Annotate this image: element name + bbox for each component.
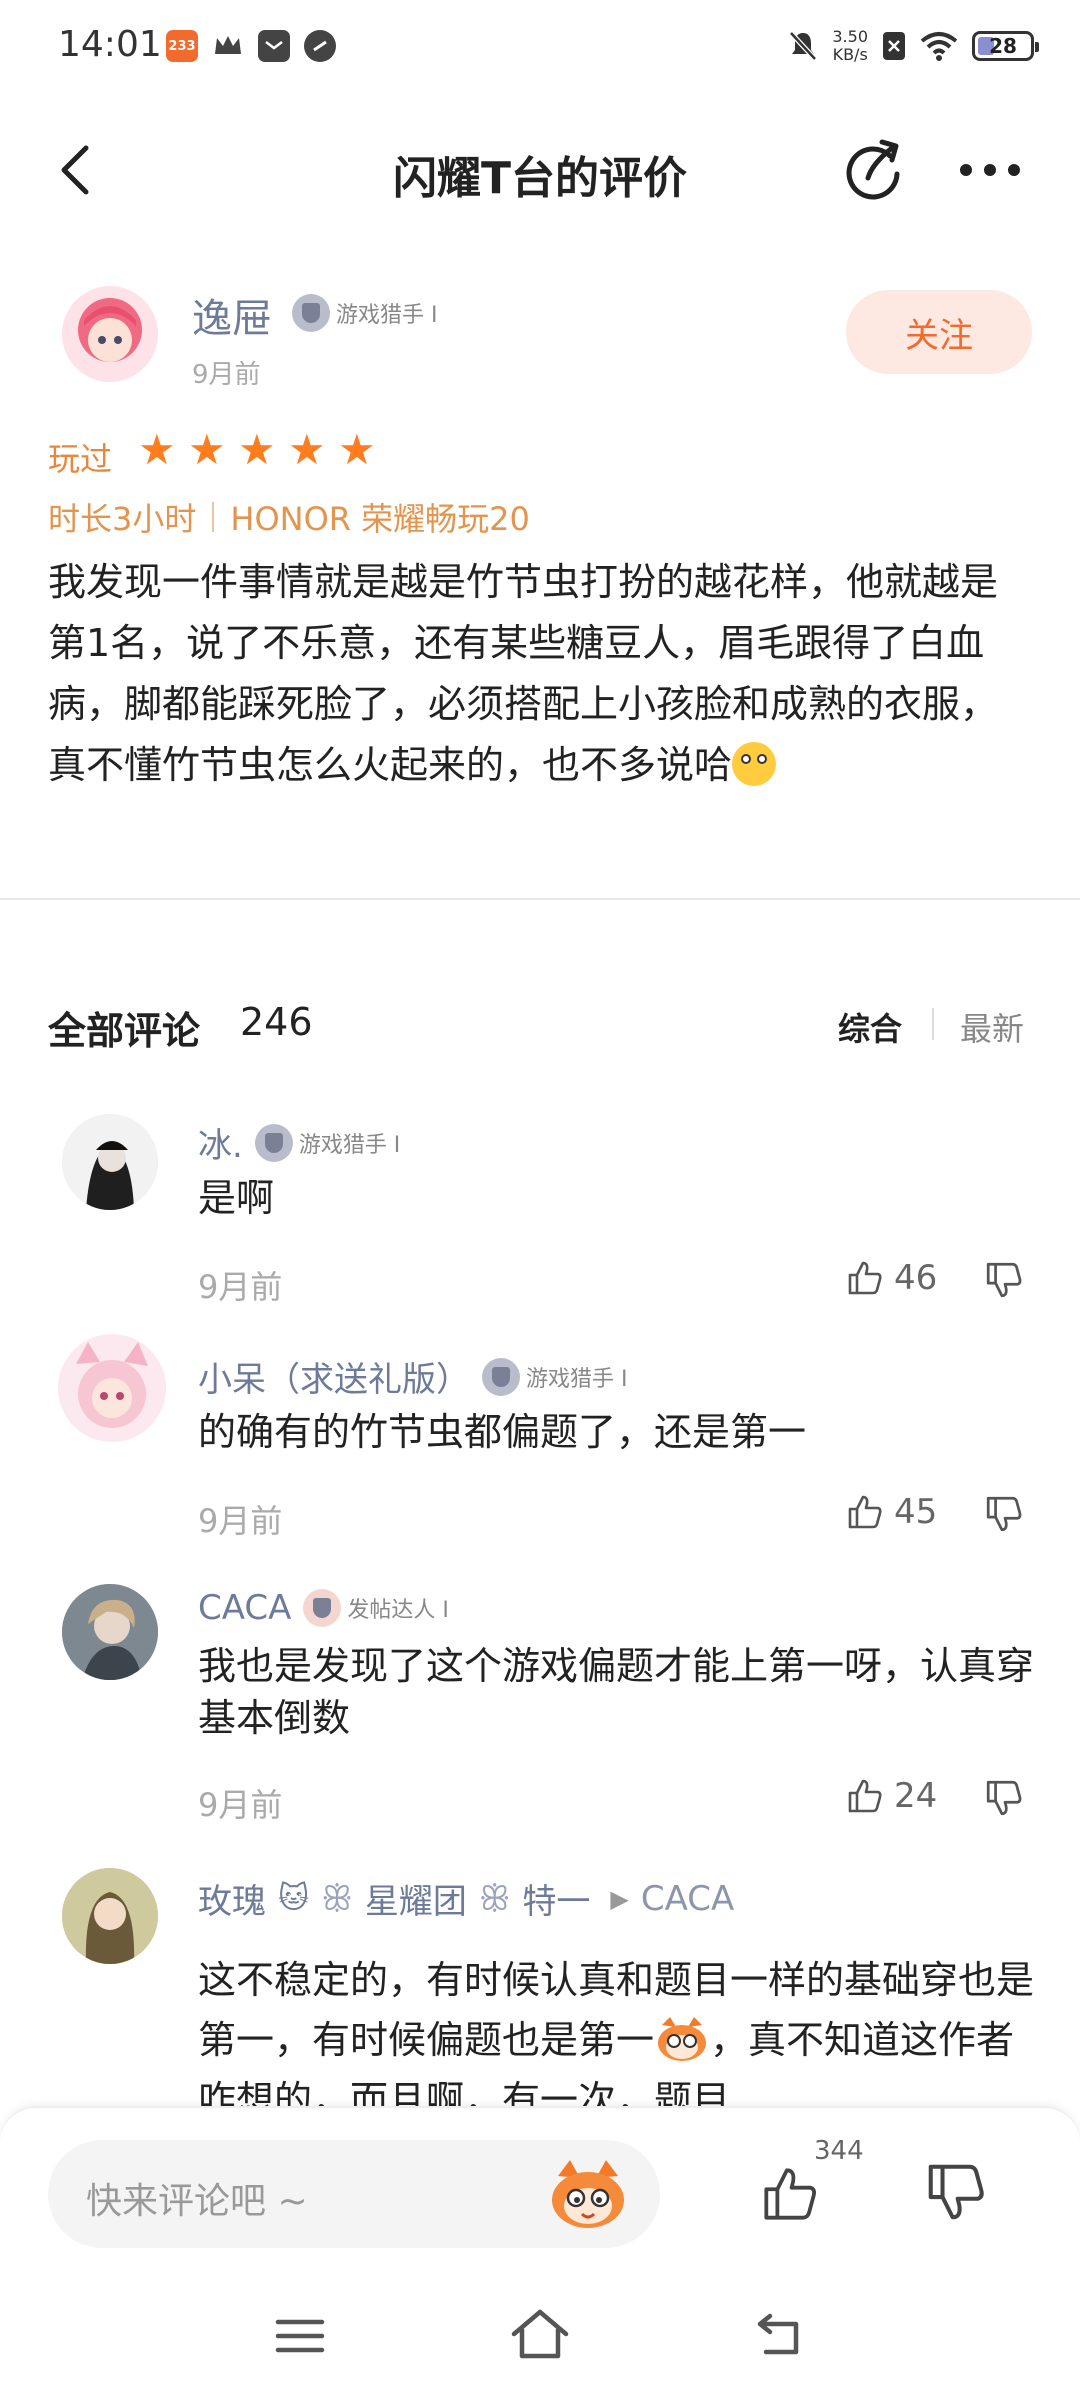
comments-count: 246 — [240, 1000, 313, 1044]
sort-latest-tab[interactable]: 最新 — [960, 1004, 1024, 1050]
commenter-name[interactable]: 冰. — [198, 1118, 243, 1167]
share-icon[interactable] — [840, 136, 906, 202]
commenter-avatar[interactable] — [62, 1114, 158, 1210]
rating-stars: ★ ★ ★ ★ ★ — [138, 425, 378, 474]
reviewer-name[interactable]: 逸屉 — [192, 286, 272, 344]
review-time: 9月前 — [192, 360, 261, 390]
mascot-emoji-icon — [654, 2015, 710, 2063]
comment-text: 我也是发现了这个游戏偏题才能上第一呀，认真穿基本倒数 — [198, 1644, 1035, 1740]
battery-indicator: 28 — [972, 31, 1039, 61]
message-app-icon — [258, 30, 290, 62]
net-speed: 3.50 KB/s — [832, 27, 868, 64]
reviewer-badge: 游戏猎手 I — [292, 294, 437, 332]
reply-to-name[interactable]: CACA — [641, 1879, 734, 1919]
commenter-badge: 游戏猎手 I — [254, 1123, 400, 1162]
page-title: 闪耀T台的评价 — [392, 153, 687, 204]
like-count: 344 — [814, 2136, 864, 2166]
star-icon: ★ — [238, 425, 276, 474]
commenter-name-row: 玫瑰 🐱 ꕥ 星耀团 ꕥ 特一 ▶ CACA — [198, 1874, 734, 1923]
star-icon: ★ — [188, 425, 226, 474]
commenter-name[interactable]: 玫瑰 — [198, 1874, 266, 1923]
cat-emoji-icon: 🐱 — [278, 1881, 310, 1916]
device-name: HONOR 荣耀畅玩20 — [230, 500, 530, 538]
crown-icon — [212, 30, 244, 62]
divider — [0, 898, 1080, 900]
commenter-name-row: 小呆（求送礼版） 游戏猎手 I — [198, 1352, 627, 1401]
comment-text: 这不稳定的，有时候认真和题目一样的基础穿也是第一，有时候偏题也是第一 ，真不知道这… — [198, 1958, 1035, 2122]
played-label: 玩过 — [48, 440, 113, 478]
star-icon: ★ — [138, 425, 176, 474]
thumbs-up-icon — [848, 1261, 882, 1295]
link-app-icon — [304, 30, 336, 62]
emoji-picker-icon[interactable] — [548, 2158, 628, 2232]
hunter-badge-icon — [292, 294, 330, 332]
commenter-name[interactable]: 小呆（求送礼版） — [198, 1352, 470, 1401]
thumbs-up-icon — [848, 1779, 882, 1813]
thumbs-down-icon[interactable] — [924, 2160, 988, 2224]
app-233-icon: 233 — [166, 30, 198, 62]
hunter-badge-icon — [254, 1123, 293, 1162]
comment-input[interactable]: 快来评论吧 ~ — [48, 2140, 660, 2248]
back-gesture-icon[interactable] — [754, 2310, 804, 2358]
star-icon: ★ — [338, 425, 376, 474]
commenter-name[interactable]: CACA — [198, 1588, 291, 1628]
comment-text: 是啊 — [198, 1176, 275, 1220]
star-icon: ★ — [288, 425, 326, 474]
play-duration: 时长3小时 — [48, 500, 197, 538]
commenter-avatar[interactable] — [58, 1334, 166, 1442]
menu-icon[interactable] — [274, 2314, 326, 2358]
comment-like-button[interactable]: 45 — [846, 1492, 937, 1532]
home-icon[interactable] — [510, 2308, 570, 2360]
comment-time: 9月前 — [198, 1502, 283, 1540]
commenter-badge: 发帖达人 I — [303, 1589, 449, 1627]
comment-like-button[interactable]: 46 — [846, 1258, 937, 1298]
thumbs-up-icon[interactable] — [760, 2164, 820, 2224]
bottom-action-bar: 快来评论吧 ~ 344 — [0, 2106, 1080, 2406]
poster-badge-icon — [303, 1589, 342, 1627]
hunter-badge-icon — [482, 1357, 520, 1396]
comment-like-button[interactable]: 24 — [846, 1776, 937, 1816]
swirl-deco-icon: ꕥ — [321, 1878, 353, 1919]
swirl-deco-icon: ꕥ — [478, 1878, 511, 1919]
comment-time: 9月前 — [198, 1786, 283, 1824]
comment-time: 9月前 — [198, 1268, 283, 1306]
eye-roll-emoji-icon — [732, 742, 777, 786]
wifi-icon — [920, 32, 958, 61]
reviewer-avatar[interactable] — [62, 286, 158, 382]
commenter-name-row: CACA 发帖达人 I — [198, 1588, 449, 1628]
top-nav: 闪耀T台的评价 — [0, 110, 1080, 230]
commenter-avatar[interactable] — [62, 1584, 158, 1680]
follow-button[interactable]: 关注 — [846, 290, 1032, 374]
reply-arrow-icon: ▶ — [610, 1884, 629, 1913]
comments-title: 全部评论 — [48, 1009, 201, 1053]
commenter-avatar[interactable] — [62, 1868, 158, 1964]
thumbs-down-icon[interactable] — [984, 1494, 1024, 1534]
commenter-name-row: 冰. 游戏猎手 I — [198, 1118, 400, 1167]
comment-placeholder: 快来评论吧 ~ — [86, 2181, 308, 2222]
review-body: 我发现一件事情就是越是竹节虫打扮的越花样，他就越是第1名，说了不乐意，还有某些糖… — [48, 560, 999, 787]
sim-x-icon — [883, 32, 905, 60]
thumbs-down-icon[interactable] — [984, 1778, 1024, 1818]
more-icon[interactable] — [960, 164, 1020, 176]
comment-text: 的确有的竹节虫都偏题了，还是第一 — [198, 1410, 807, 1454]
thumbs-down-icon[interactable] — [984, 1260, 1024, 1300]
mute-bell-icon — [789, 31, 818, 61]
commenter-badge: 游戏猎手 I — [482, 1357, 627, 1396]
status-time: 14:01 — [58, 24, 162, 65]
review-meta: 时长3小时 HONOR 荣耀畅玩20 — [48, 494, 530, 540]
thumbs-up-icon — [848, 1495, 882, 1529]
status-bar: 14:01 233 3.50 KB/s 28 — [0, 0, 1080, 96]
sort-comprehensive-tab[interactable]: 综合 — [838, 1004, 902, 1050]
